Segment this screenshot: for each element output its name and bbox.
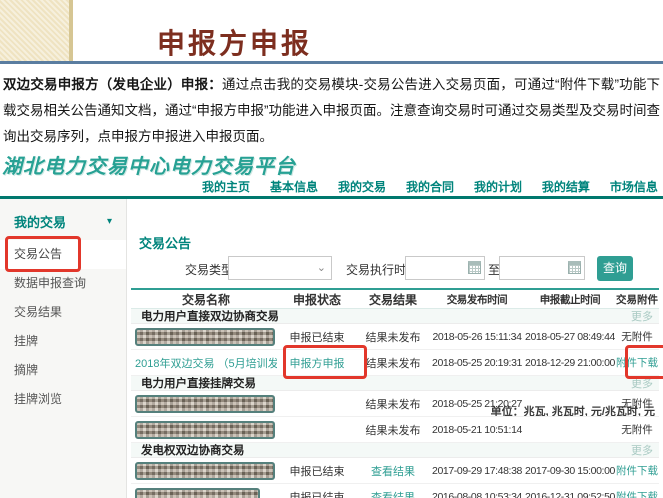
sidebar-item-listing[interactable]: 挂牌 (0, 327, 126, 356)
platform-title: 湖北电力交易中心电力交易平台 (2, 150, 296, 179)
col-header-name: 交易名称 (131, 291, 277, 308)
status-cell: 申报已结束 (277, 463, 357, 479)
declare-link[interactable]: 申报方申报 (277, 355, 357, 371)
sidebar-header-label: 我的交易 (14, 212, 66, 231)
start-date-input[interactable] (405, 256, 485, 280)
redacted-trade-name (135, 488, 260, 498)
tab-my-settlement[interactable]: 我的结算 (542, 180, 590, 197)
view-result-link[interactable]: 查看结果 (357, 463, 429, 479)
trade-type-select[interactable]: ⌄ (228, 256, 332, 280)
group-header-generation-rights: 发电权双边协商交易 更多 (131, 443, 659, 458)
deadline-cell: 2017-09-30 15:00:00 (525, 465, 615, 477)
deadline-cell: 2016-12-31 09:52:50 (525, 491, 615, 498)
attachment-cell: 无附件 (615, 422, 659, 437)
col-header-publish-time: 交易发布时间 (429, 292, 525, 307)
group-name: 发电权双边协商交易 (141, 442, 245, 458)
search-button[interactable]: 查询 (597, 256, 633, 281)
col-header-attachment: 交易附件 (615, 292, 659, 307)
section-title: 交易公告 (139, 233, 191, 252)
attachment-cell: 无附件 (615, 396, 659, 411)
col-header-status: 申报状态 (277, 291, 357, 308)
sidebar-item-delisting[interactable]: 摘牌 (0, 356, 126, 385)
status-cell: 申报已结束 (277, 489, 357, 498)
select-chevron-icon: ⌄ (317, 261, 326, 274)
trade-name-link[interactable]: 2018年双边交易 （5月培训发电企业） (131, 355, 277, 371)
view-result-link[interactable]: 查看结果 (357, 489, 429, 498)
attachment-cell: 无附件 (615, 329, 659, 344)
announcement-table: 交易名称 申报状态 交易结果 交易发布时间 申报截止时间 交易附件 电力用户直接… (131, 288, 659, 498)
main-panel: 单位：兆瓦, 兆瓦时, 元/兆瓦时, 元 交易公告 交易类型： ⌄ 交易执行时间… (127, 199, 663, 498)
filter-row: 交易类型： ⌄ 交易执行时间： 至 查询 (127, 256, 663, 282)
publish-time-cell: 2018-05-25 21:20:27 (429, 398, 525, 410)
col-header-result: 交易结果 (357, 291, 429, 308)
table-row: 结果未发布 2018-05-21 10:51:14 无附件 (131, 417, 659, 443)
redacted-trade-name (135, 328, 275, 346)
calendar-icon[interactable] (468, 261, 481, 274)
result-cell: 结果未发布 (357, 422, 429, 438)
group-header-bilateral-user: 电力用户直接双边协商交易 更多 (131, 309, 659, 324)
sidebar-header[interactable]: 我的交易 ▾ (0, 199, 126, 240)
table-header-row: 交易名称 申报状态 交易结果 交易发布时间 申报截止时间 交易附件 (131, 288, 659, 309)
publish-time-cell: 2017-09-29 17:48:38 (429, 465, 525, 477)
result-cell: 结果未发布 (357, 396, 429, 412)
attachment-download-link[interactable]: 附件下载 (615, 463, 659, 478)
table-row: 2018年双边交易 （5月培训发电企业） 申报方申报 结果未发布 2018-05… (131, 350, 659, 376)
table-row: 申报已结束 查看结果 2016-08-08 10:53:34 2016-12-3… (131, 484, 659, 498)
tab-my-contracts[interactable]: 我的合同 (406, 180, 454, 197)
result-cell: 结果未发布 (357, 329, 429, 345)
group-name: 电力用户直接挂牌交易 (141, 375, 256, 391)
more-link[interactable]: 更多 (631, 442, 653, 458)
end-date-input[interactable] (499, 256, 585, 280)
table-row: 申报已结束 结果未发布 2018-05-26 15:11:34 2018-05-… (131, 324, 659, 350)
status-cell: 申报已结束 (277, 329, 357, 345)
calendar-icon[interactable] (568, 261, 581, 274)
sidebar-item-trade-announcement[interactable]: 交易公告 (0, 240, 126, 269)
tab-my-plans[interactable]: 我的计划 (474, 180, 522, 197)
slide-corner-decoration (0, 0, 73, 62)
body-text-lead: 双边交易申报方（发电企业）申报： (3, 77, 222, 92)
chevron-down-icon: ▾ (107, 216, 112, 227)
slide-body-text: 双边交易申报方（发电企业）申报：通过点击我的交易模块-交易公告进入交易页面，可通… (3, 72, 660, 150)
more-link[interactable]: 更多 (631, 375, 653, 391)
attachment-download-link[interactable]: 附件下载 (615, 489, 659, 498)
redacted-trade-name (135, 395, 275, 413)
redacted-trade-name (135, 421, 275, 439)
sidebar-item-trade-results[interactable]: 交易结果 (0, 298, 126, 327)
publish-time-cell: 2018-05-25 20:19:31 (429, 357, 525, 369)
more-link[interactable]: 更多 (631, 308, 653, 324)
sidebar-item-listing-browse[interactable]: 挂牌浏览 (0, 385, 126, 414)
slide: 申报方申报 双边交易申报方（发电企业）申报：通过点击我的交易模块-交易公告进入交… (0, 0, 663, 498)
sidebar: 我的交易 ▾ 交易公告 数据申报查询 交易结果 挂牌 摘牌 挂牌浏览 (0, 199, 127, 498)
group-name: 电力用户直接双边协商交易 (141, 308, 279, 324)
deadline-cell: 2018-05-27 08:49:44 (525, 331, 615, 343)
col-header-deadline: 申报截止时间 (525, 292, 615, 307)
slide-title: 申报方申报 (157, 22, 312, 62)
publish-time-cell: 2018-05-26 15:11:34 (429, 331, 525, 343)
top-nav: 我的主页 基本信息 我的交易 我的合同 我的计划 我的结算 市场信息 (202, 180, 658, 197)
tab-market-info[interactable]: 市场信息 (610, 180, 658, 197)
sidebar-item-data-declaration-query[interactable]: 数据申报查询 (0, 269, 126, 298)
tab-my-trades[interactable]: 我的交易 (338, 180, 386, 197)
redacted-trade-name (135, 462, 275, 480)
title-divider (0, 61, 663, 64)
attachment-download-link[interactable]: 附件下载 (615, 355, 659, 370)
table-row: 结果未发布 2018-05-25 21:20:27 无附件 (131, 391, 659, 417)
tab-my-homepage[interactable]: 我的主页 (202, 180, 250, 197)
deadline-cell: 2018-12-29 21:00:00 (525, 357, 615, 369)
publish-time-cell: 2016-08-08 10:53:34 (429, 491, 525, 498)
tab-basic-info[interactable]: 基本信息 (270, 180, 318, 197)
table-row: 申报已结束 查看结果 2017-09-29 17:48:38 2017-09-3… (131, 458, 659, 484)
result-cell: 结果未发布 (357, 355, 429, 371)
publish-time-cell: 2018-05-21 10:51:14 (429, 424, 525, 436)
group-header-listing-user: 电力用户直接挂牌交易 更多 (131, 376, 659, 391)
